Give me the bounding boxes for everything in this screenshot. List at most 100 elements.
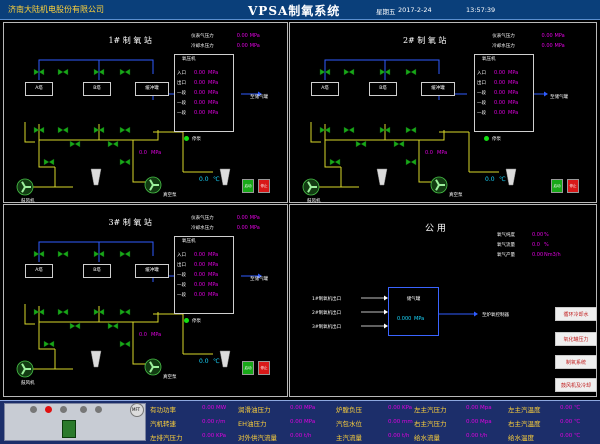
oxygen-pipe — [38, 241, 100, 262]
clock: 13:57:39 — [466, 6, 496, 14]
status-led-grey — [80, 406, 87, 413]
flow-arrow — [544, 91, 548, 97]
status-reading-label: 汽包水位 — [336, 420, 362, 428]
status-reading-label: 右主汽压力 — [414, 420, 447, 428]
weekday: 星期五 — [376, 8, 396, 16]
oxygen-pipe — [38, 59, 100, 80]
analyzer-row-unit: MPa — [208, 272, 219, 278]
analyzer-row-unit: MPa — [208, 110, 219, 116]
vacuum-pump-label: 真空泵 — [449, 193, 463, 198]
analyzer-row-value: 0.00 — [494, 70, 506, 76]
analyzer-row-label: 一段 — [177, 273, 186, 278]
valve-icon — [405, 126, 417, 134]
station-2: 2# 制 氧 站仪表气压力 0.00 MPa 冷却水压力 0.00 MPa A塔 B塔 缓冲罐氧… — [289, 22, 597, 204]
status-reading-value: 0.00 — [290, 419, 303, 425]
valve-icon — [43, 340, 55, 348]
status-bar-readings: 有功功率 0.00 MW 润滑油压力 0.00 MPa 炉膛负压 0.00 KPa 左主汽压力 0.… — [150, 402, 600, 444]
valve-icon — [57, 126, 69, 134]
analyzer-row-value: 0.00 — [194, 110, 206, 116]
analyzer-row-value: 0.00 — [494, 110, 506, 116]
stop-button[interactable]: 停止 — [567, 179, 579, 193]
fan-icon — [144, 358, 162, 376]
status-reading-unit: KPa — [216, 433, 227, 439]
tower-a-label: A塔 — [35, 268, 43, 273]
status-reading-value: 0.00 — [560, 419, 573, 425]
status-reading-label: 给水温度 — [508, 434, 534, 442]
analyzer-row-unit: MPa — [208, 262, 219, 268]
status-reading-unit: MPa — [304, 419, 316, 425]
valve-icon — [69, 322, 81, 330]
pipe-value: 0.0 — [139, 150, 147, 156]
valve-icon — [69, 140, 81, 148]
analyzer-row-label: 入口 — [177, 71, 186, 76]
analyzer-row-label: 一段 — [477, 91, 486, 96]
status-reading-label: 主汽流量 — [336, 434, 362, 442]
start-button[interactable]: 启动 — [242, 361, 254, 375]
analyzer-row-label: 出口 — [177, 81, 186, 86]
status-reading-unit: t/h — [480, 433, 488, 439]
run-status-label: 停泵 — [492, 137, 501, 142]
tower-b-label: B塔 — [379, 86, 387, 91]
analyzer-row-value: 0.00 — [194, 252, 206, 258]
storage-tank-label: 储气罐 — [406, 297, 421, 302]
status-reading-value: 0.00 — [466, 405, 479, 411]
analyzer-title: 氧压机 — [182, 239, 196, 244]
valve-icon — [393, 140, 405, 148]
status-led-grey — [95, 406, 102, 413]
start-button[interactable]: 启动 — [551, 179, 563, 193]
analyzer-row-unit: MPa — [508, 100, 519, 106]
status-reading-value: 0.00 — [466, 419, 479, 425]
side-button-tank-pressure[interactable]: 氧化罐压力 — [555, 332, 597, 346]
run-indicator — [484, 136, 489, 141]
valve-icon — [43, 158, 55, 166]
tower-b-label: B塔 — [93, 86, 101, 91]
side-button-cooling-water[interactable]: 循环冷却水 — [555, 307, 597, 321]
status-reading-label: 汽机转速 — [150, 420, 176, 428]
status-reading-unit: MPa — [304, 405, 316, 411]
stop-button[interactable]: 停止 — [258, 179, 270, 193]
company-name: 济南大陆机电股份有限公司 — [8, 5, 104, 14]
valve-icon — [119, 308, 131, 316]
analyzer-row-value: 0.00 — [494, 80, 506, 86]
funnel-icon — [376, 168, 388, 186]
analyzer-row-value: 0.00 — [494, 90, 506, 96]
funnel-icon — [90, 350, 102, 368]
fan-icon — [430, 176, 448, 194]
fan-icon — [16, 178, 34, 196]
analyzer-row-value: 0.00 — [194, 90, 206, 96]
analyzer-row-label: 一段 — [177, 111, 186, 116]
temperature-unit: ℃ — [499, 176, 506, 183]
valve-icon — [57, 250, 69, 258]
run-indicator — [184, 136, 189, 141]
valve-icon — [405, 68, 417, 76]
valve-icon — [343, 126, 355, 134]
start-button[interactable]: 启动 — [242, 179, 254, 193]
valve-icon — [57, 68, 69, 76]
turbine-icon — [62, 420, 76, 438]
valve-icon — [119, 340, 131, 348]
side-button-oxygen-system[interactable]: 制氧系统 — [555, 355, 597, 369]
analyzer-row-value: 0.00 — [194, 100, 206, 106]
utility-input-label: 2#制氧机出口 — [312, 311, 342, 316]
status-reading-unit: ℃ — [574, 433, 581, 439]
side-button-blower-cooling[interactable]: 鼓风机及冷却 — [555, 378, 597, 392]
station-pipes — [302, 59, 548, 196]
temperature-unit: ℃ — [213, 358, 220, 365]
funnel-icon — [90, 168, 102, 186]
valve-icon — [107, 140, 119, 148]
analyzer-row-unit: MPa — [508, 80, 519, 86]
analyzer-title: 氧压机 — [482, 57, 496, 62]
tower-a-label: A塔 — [321, 86, 329, 91]
blower-label: 鼓风机 — [21, 381, 35, 386]
analyzer-row-unit: MPa — [508, 70, 519, 76]
analyzer-row-unit: MPa — [508, 90, 519, 96]
air-pipe — [38, 306, 100, 323]
to-tank-label: 至储气罐 — [250, 95, 268, 100]
stop-button[interactable]: 停止 — [258, 361, 270, 375]
status-reading-value: 0.00 — [560, 433, 573, 439]
storage-tank — [388, 287, 439, 336]
valve-icon — [405, 158, 417, 166]
air-pipe — [24, 122, 35, 143]
air-pipe — [54, 167, 73, 188]
status-reading-unit: r/m — [216, 419, 226, 425]
